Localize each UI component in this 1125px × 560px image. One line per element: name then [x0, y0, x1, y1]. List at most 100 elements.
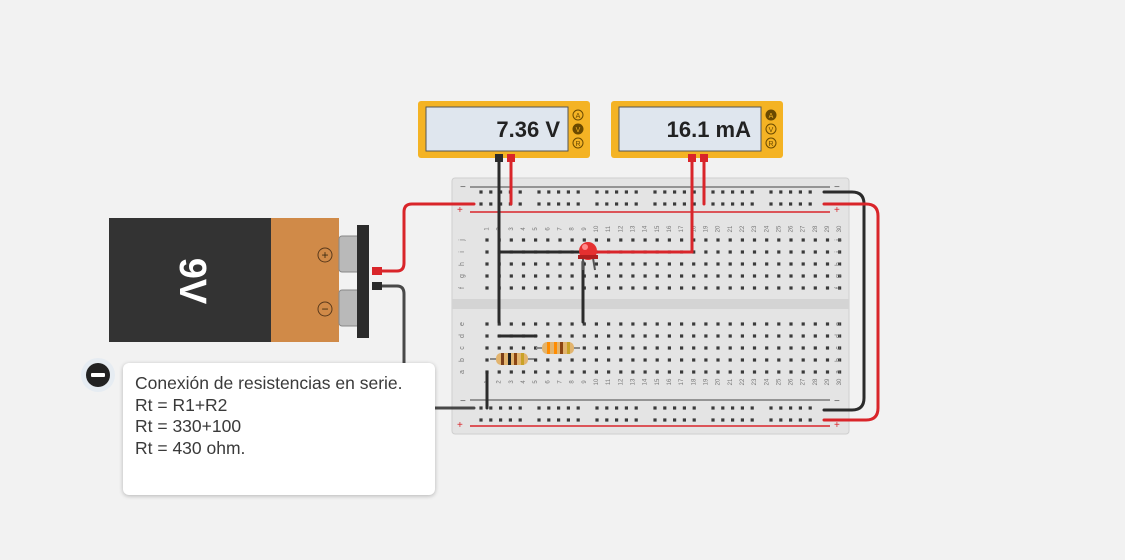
breadboard-hole[interactable]: [680, 358, 684, 362]
breadboard-hole[interactable]: [624, 418, 628, 422]
multimeter-voltage[interactable]: 7.36 V A V R: [418, 101, 590, 162]
breadboard-hole[interactable]: [619, 322, 623, 326]
breadboard-hole[interactable]: [789, 322, 793, 326]
breadboard-hole[interactable]: [643, 358, 647, 362]
breadboard-hole[interactable]: [509, 346, 513, 350]
breadboard-hole[interactable]: [808, 202, 812, 206]
breadboard-hole[interactable]: [607, 286, 611, 290]
breadboard-hole[interactable]: [509, 322, 513, 326]
breadboard-hole[interactable]: [704, 370, 708, 374]
breadboard-hole[interactable]: [680, 334, 684, 338]
breadboard-hole[interactable]: [801, 262, 805, 266]
breadboard-hole[interactable]: [631, 370, 635, 374]
breadboard-hole[interactable]: [479, 202, 483, 206]
breadboard-hole[interactable]: [643, 238, 647, 242]
breadboard-hole[interactable]: [663, 202, 667, 206]
breadboard-hole[interactable]: [825, 346, 830, 350]
breadboard-hole[interactable]: [558, 322, 562, 326]
breadboard-hole[interactable]: [634, 406, 638, 410]
breadboard-hole[interactable]: [740, 370, 744, 374]
breadboard-hole[interactable]: [653, 406, 657, 410]
breadboard-hole[interactable]: [721, 418, 725, 422]
breadboard-hole[interactable]: [557, 190, 561, 194]
breadboard-hole[interactable]: [704, 250, 708, 254]
breadboard-hole[interactable]: [518, 190, 522, 194]
breadboard-hole[interactable]: [801, 346, 805, 350]
breadboard-hole[interactable]: [801, 370, 805, 374]
breadboard-hole[interactable]: [801, 334, 805, 338]
breadboard-hole[interactable]: [619, 286, 623, 290]
breadboard-hole[interactable]: [801, 358, 805, 362]
breadboard-hole[interactable]: [728, 358, 732, 362]
breadboard-hole[interactable]: [558, 286, 562, 290]
breadboard-hole[interactable]: [566, 406, 570, 410]
breadboard-hole[interactable]: [607, 274, 611, 278]
breadboard-hole[interactable]: [615, 406, 619, 410]
breadboard-hole[interactable]: [680, 238, 684, 242]
breadboard-hole[interactable]: [711, 406, 715, 410]
breadboard-hole[interactable]: [680, 346, 684, 350]
breadboard-hole[interactable]: [546, 334, 550, 338]
breadboard-hole[interactable]: [789, 202, 793, 206]
breadboard-hole[interactable]: [624, 190, 628, 194]
breadboard-hole[interactable]: [716, 238, 720, 242]
breadboard-hole[interactable]: [485, 238, 489, 242]
collapse-note-icon[interactable]: [81, 358, 115, 392]
breadboard-hole[interactable]: [534, 274, 538, 278]
breadboard-hole[interactable]: [594, 322, 598, 326]
breadboard-hole[interactable]: [479, 190, 483, 194]
breadboard-hole[interactable]: [631, 286, 635, 290]
breadboard-hole[interactable]: [663, 406, 667, 410]
breadboard-hole[interactable]: [558, 370, 562, 374]
breadboard-hole[interactable]: [692, 334, 696, 338]
breadboard-hole[interactable]: [680, 274, 684, 278]
breadboard-hole[interactable]: [643, 322, 647, 326]
breadboard-hole[interactable]: [576, 190, 580, 194]
breadboard-hole[interactable]: [789, 190, 793, 194]
breadboard-hole[interactable]: [576, 202, 580, 206]
breadboard-hole[interactable]: [740, 346, 744, 350]
breadboard-hole[interactable]: [808, 406, 812, 410]
breadboard-hole[interactable]: [728, 346, 732, 350]
breadboard-hole[interactable]: [547, 406, 551, 410]
breadboard-hole[interactable]: [667, 346, 671, 350]
breadboard-hole[interactable]: [777, 262, 781, 266]
breadboard-hole[interactable]: [570, 358, 574, 362]
breadboard-hole[interactable]: [667, 358, 671, 362]
breadboard-hole[interactable]: [582, 334, 586, 338]
breadboard-hole[interactable]: [680, 286, 684, 290]
breadboard-hole[interactable]: [813, 286, 817, 290]
breadboard-hole[interactable]: [594, 346, 598, 350]
breadboard-hole[interactable]: [752, 346, 757, 350]
breadboard-hole[interactable]: [721, 190, 725, 194]
breadboard-hole[interactable]: [704, 286, 708, 290]
breadboard-hole[interactable]: [558, 334, 562, 338]
breadboard-hole[interactable]: [667, 322, 671, 326]
breadboard-hole[interactable]: [576, 418, 580, 422]
breadboard-hole[interactable]: [682, 190, 686, 194]
breadboard-hole[interactable]: [765, 238, 769, 242]
breadboard-hole[interactable]: [534, 358, 538, 362]
breadboard-hole[interactable]: [789, 286, 793, 290]
breadboard-hole[interactable]: [521, 238, 526, 242]
breadboard-hole[interactable]: [667, 370, 671, 374]
breadboard-hole[interactable]: [740, 250, 744, 254]
breadboard-hole[interactable]: [655, 334, 659, 338]
breadboard-hole[interactable]: [667, 334, 671, 338]
breadboard-hole[interactable]: [534, 322, 538, 326]
breadboard-hole[interactable]: [692, 274, 696, 278]
breadboard-hole[interactable]: [801, 238, 805, 242]
breadboard-hole[interactable]: [777, 322, 781, 326]
breadboard-hole[interactable]: [777, 250, 781, 254]
breadboard-hole[interactable]: [673, 418, 677, 422]
breadboard-hole[interactable]: [570, 322, 574, 326]
breadboard-hole[interactable]: [752, 238, 757, 242]
breadboard-hole[interactable]: [643, 286, 647, 290]
breadboard-hole[interactable]: [509, 286, 513, 290]
breadboard-hole[interactable]: [813, 262, 817, 266]
breadboard-hole[interactable]: [655, 346, 659, 350]
breadboard-hole[interactable]: [740, 238, 744, 242]
breadboard-hole[interactable]: [777, 286, 781, 290]
breadboard-hole[interactable]: [673, 190, 677, 194]
breadboard-hole[interactable]: [489, 406, 493, 410]
